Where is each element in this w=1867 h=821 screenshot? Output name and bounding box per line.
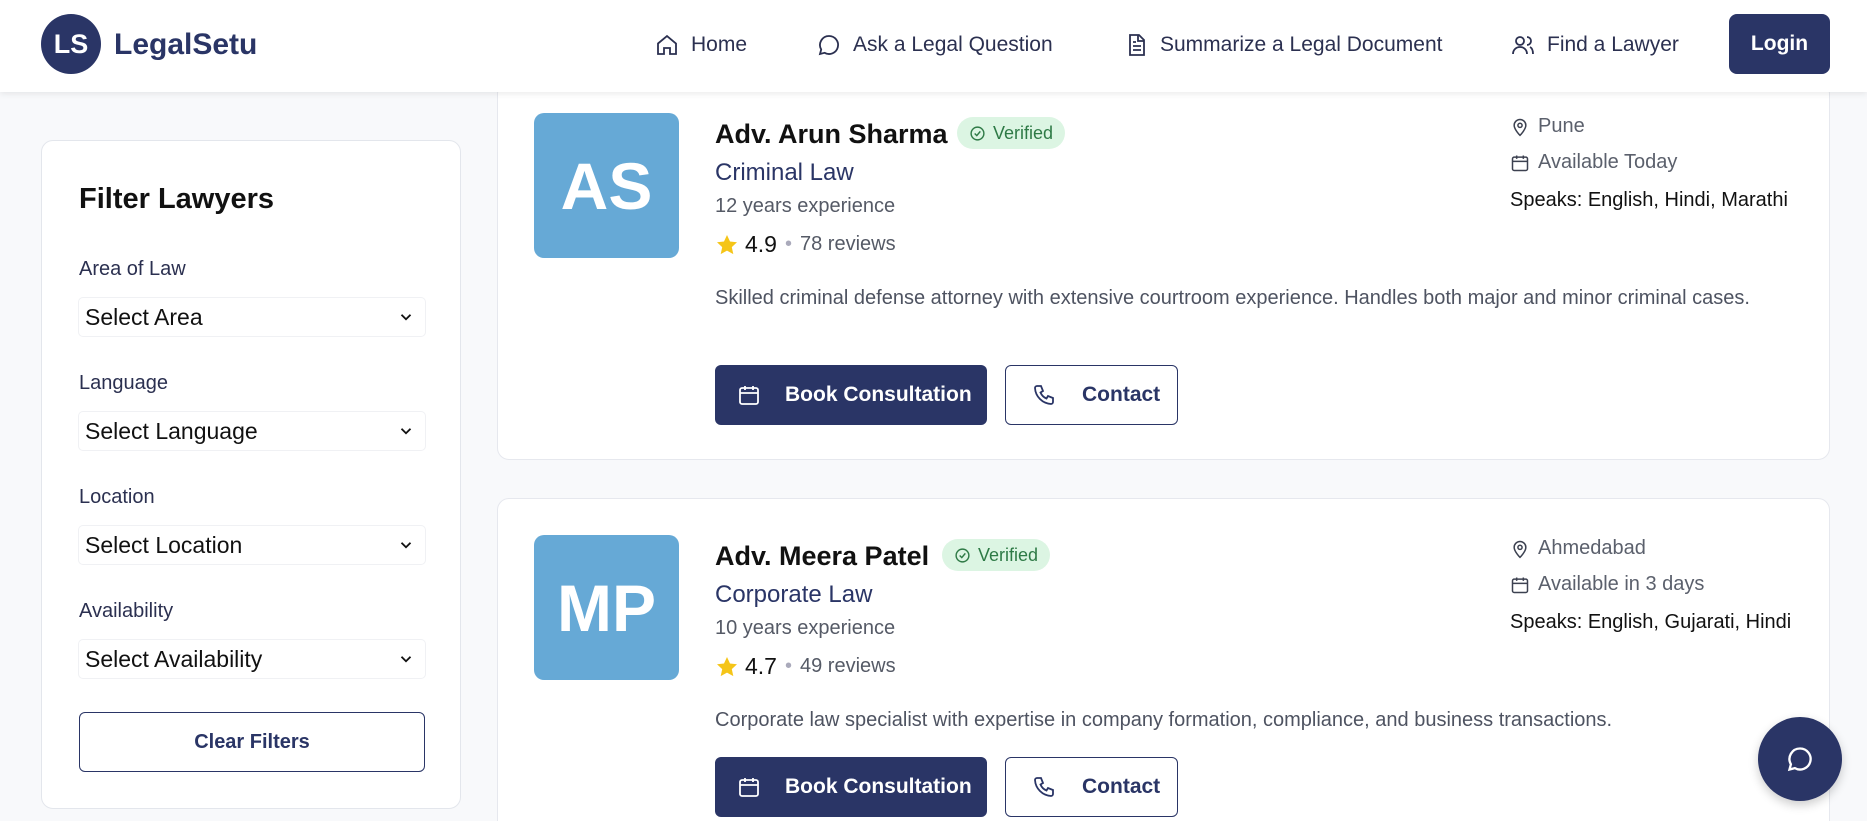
book-consultation-label: Book Consultation: [785, 383, 972, 406]
location-value: Select Location: [85, 531, 243, 558]
login-button[interactable]: Login: [1729, 14, 1830, 74]
lawyer-location: Ahmedabad: [1510, 537, 1646, 560]
lawyer-rating: 4.9 • 78 reviews: [715, 231, 896, 258]
location-text: Pune: [1538, 115, 1585, 137]
chat-button[interactable]: [1758, 717, 1842, 801]
check-circle-icon: [955, 547, 970, 563]
lawyer-rating: 4.7 • 49 reviews: [715, 653, 896, 680]
chevron-down-icon: [400, 542, 412, 549]
users-icon: [1512, 36, 1534, 55]
lawyer-experience: 12 years experience: [715, 195, 896, 217]
star-icon: [717, 656, 737, 676]
rating-score: 4.7: [745, 653, 777, 679]
lawyer-experience: 10 years experience: [715, 617, 896, 639]
area-of-law-select[interactable]: Select Area: [79, 298, 425, 336]
nav-home-label: Home: [691, 33, 748, 56]
filter-title: Filter Lawyers: [79, 183, 275, 215]
book-consultation-button[interactable]: Book Consultation: [715, 757, 987, 817]
nav-find-lawyer-label: Find a Lawyer: [1547, 33, 1679, 56]
verified-label: Verified: [978, 544, 1039, 565]
review-count[interactable]: 78 reviews: [800, 233, 896, 256]
nav-summarize-document-label: Summarize a Legal Document: [1160, 33, 1443, 56]
lawyer-languages: Speaks: English, Gujarati, Hindi: [1510, 611, 1792, 633]
nav-find-lawyer[interactable]: Find a Lawyer: [1511, 28, 1679, 62]
document-icon: [1129, 34, 1145, 56]
top-navbar: LS LegalSetu Home Ask a Legal Question S…: [0, 0, 1867, 92]
clear-filters-button[interactable]: Clear Filters: [79, 712, 425, 772]
chevron-down-icon: [400, 656, 412, 663]
lawyer-availability: Available Today: [1510, 151, 1677, 174]
lawyer-specialty: Corporate Law: [715, 581, 873, 608]
language-value: Select Language: [85, 417, 258, 444]
map-pin-icon: [1513, 118, 1527, 136]
area-of-law-label: Area of Law: [79, 258, 186, 280]
map-pin-icon: [1513, 540, 1527, 558]
lawyer-specialty: Criminal Law: [715, 159, 854, 186]
review-count[interactable]: 49 reviews: [800, 655, 896, 678]
separator-dot: •: [784, 655, 792, 677]
lawyer-location: Pune: [1510, 115, 1585, 138]
chevron-down-icon: [400, 428, 412, 435]
phone-icon: [1034, 777, 1054, 797]
verified-label: Verified: [993, 122, 1054, 143]
location-text: Ahmedabad: [1538, 537, 1646, 559]
contact-button[interactable]: Contact: [1005, 365, 1178, 425]
chat-icon: [1787, 747, 1812, 772]
lawyer-description: Corporate law specialist with expertise …: [715, 709, 1613, 731]
lawyer-card: AS Adv. Arun Sharma Verified Criminal La…: [497, 82, 1830, 460]
language-label: Language: [79, 372, 168, 394]
verified-badge: Verified: [942, 539, 1051, 571]
avatar: AS: [534, 113, 679, 258]
nav-home[interactable]: Home: [655, 28, 747, 62]
calendar-icon: [1511, 577, 1529, 593]
lawyer-availability: Available in 3 days: [1510, 573, 1704, 596]
location-label: Location: [79, 486, 155, 508]
rating-score: 4.9: [745, 231, 777, 257]
book-consultation-button[interactable]: Book Consultation: [715, 365, 987, 425]
chat-icon: [818, 35, 839, 56]
lawyer-languages: Speaks: English, Hindi, Marathi: [1510, 189, 1788, 211]
logo-icon[interactable]: LS: [41, 14, 101, 74]
availability-text: Available Today: [1538, 151, 1678, 173]
nav-summarize-document[interactable]: Summarize a Legal Document: [1124, 28, 1442, 62]
area-of-law-value: Select Area: [85, 303, 203, 330]
nav-ask-question-label: Ask a Legal Question: [853, 33, 1053, 56]
nav-ask-question[interactable]: Ask a Legal Question: [817, 28, 1053, 62]
availability-text: Available in 3 days: [1538, 573, 1705, 595]
verified-badge: Verified: [957, 117, 1066, 149]
contact-button[interactable]: Contact: [1005, 757, 1178, 817]
location-select[interactable]: Select Location: [79, 526, 425, 564]
avatar: MP: [534, 535, 679, 680]
availability-label: Availability: [79, 600, 174, 622]
phone-icon: [1034, 385, 1054, 405]
check-circle-icon: [970, 125, 985, 141]
brand-name[interactable]: LegalSetu: [114, 28, 257, 62]
calendar-icon: [1511, 155, 1529, 171]
lawyer-description: Skilled criminal defense attorney with e…: [715, 287, 1750, 309]
contact-label: Contact: [1082, 383, 1161, 406]
contact-label: Contact: [1082, 775, 1161, 798]
separator-dot: •: [784, 233, 792, 255]
availability-value: Select Availability: [85, 645, 263, 672]
filter-panel: Filter Lawyers Area of Law Select Area L…: [41, 140, 461, 809]
book-consultation-label: Book Consultation: [785, 775, 972, 798]
availability-select[interactable]: Select Availability: [79, 640, 425, 678]
calendar-icon: [739, 386, 759, 405]
language-select[interactable]: Select Language: [79, 412, 425, 450]
lawyer-name[interactable]: Adv. Meera Patel: [715, 541, 929, 572]
calendar-icon: [739, 778, 759, 797]
star-icon: [717, 234, 737, 254]
home-icon: [657, 34, 677, 55]
lawyer-card: MP Adv. Meera Patel Verified Corporate L…: [497, 498, 1830, 821]
chevron-down-icon: [400, 314, 412, 321]
lawyer-name[interactable]: Adv. Arun Sharma: [715, 119, 948, 150]
